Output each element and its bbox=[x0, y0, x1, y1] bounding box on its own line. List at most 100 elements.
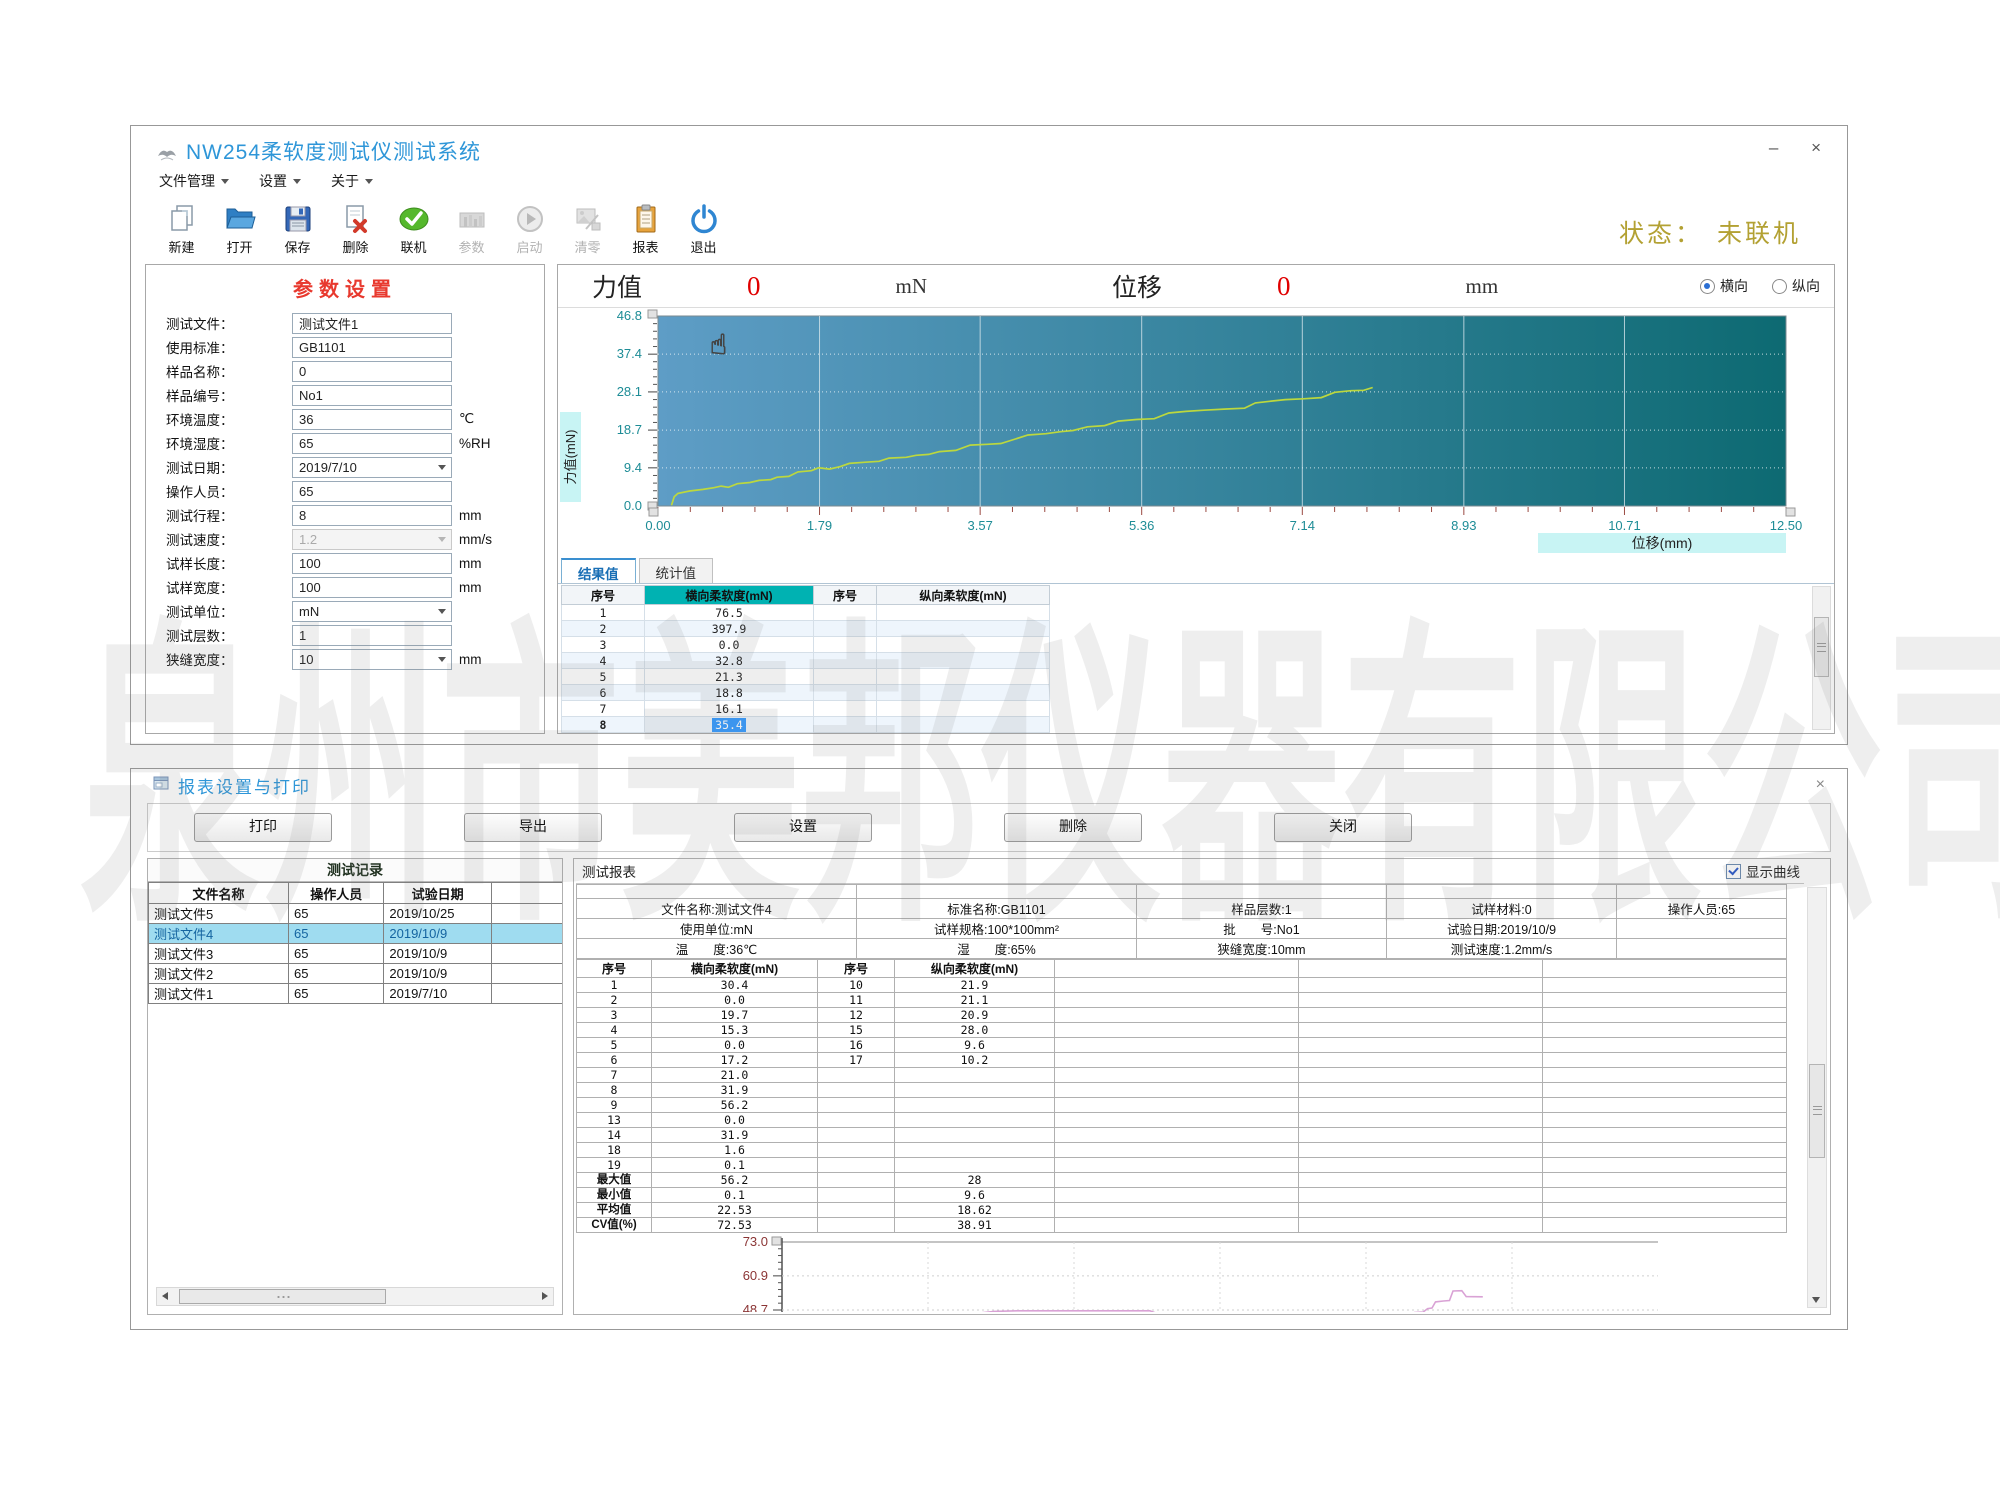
report-window: 报表设置与打印 × 打印 导出 设置 删除 关闭 测试记录 文件名称 操作人员 试验日期 测试… bbox=[130, 768, 1848, 1330]
menu-item-1[interactable]: 设置 bbox=[259, 171, 301, 191]
param-input-env_temp[interactable]: 36 bbox=[292, 408, 452, 430]
toolbar-save-button[interactable]: 保存 bbox=[271, 201, 324, 256]
report-scrollbar-thumb[interactable] bbox=[1809, 1063, 1825, 1158]
results-row[interactable]: 2 397.9 bbox=[561, 620, 1050, 637]
report-cell bbox=[817, 1112, 895, 1128]
report-cell: 最大值 bbox=[576, 1172, 652, 1188]
results-row[interactable]: 1 76.5 bbox=[561, 604, 1050, 621]
report-col-header: 序号 bbox=[817, 959, 895, 978]
delete-button[interactable]: 删除 bbox=[1004, 813, 1142, 842]
close-button[interactable]: 关闭 bbox=[1274, 813, 1412, 842]
export-button[interactable]: 导出 bbox=[464, 813, 602, 842]
tab-statistics[interactable]: 统计值 bbox=[638, 558, 713, 583]
results-cell-value: 21.3 bbox=[644, 668, 814, 685]
report-scrollbar[interactable] bbox=[1807, 887, 1827, 1308]
param-input-test_stroke[interactable]: 8 bbox=[292, 504, 452, 526]
results-row[interactable]: 5 21.3 bbox=[561, 668, 1050, 685]
param-label-test_speed: 测试速度： bbox=[166, 533, 234, 548]
minimize-button[interactable]: – bbox=[1769, 138, 1778, 157]
toolbar-delete-button[interactable]: 删除 bbox=[329, 201, 382, 256]
param-input-standard[interactable]: GB1101 bbox=[292, 336, 452, 358]
report-cell: 12 bbox=[817, 1007, 895, 1023]
report-cell: 5 bbox=[576, 1037, 652, 1053]
param-value: 1.2 bbox=[299, 531, 318, 547]
scroll-left-icon[interactable] bbox=[162, 1292, 168, 1300]
records-cell: 65 bbox=[288, 963, 385, 984]
param-input-slit_width[interactable]: 10 bbox=[292, 648, 452, 670]
param-row-env_humidity: 环境湿度： 65 %RH bbox=[146, 431, 544, 455]
direction-radio-0[interactable]: 横向 bbox=[1700, 276, 1748, 296]
param-input-env_humidity[interactable]: 65 bbox=[292, 432, 452, 454]
direction-radio-group: 横向 纵向 bbox=[1700, 276, 1820, 296]
toolbar-new-button[interactable]: 新建 bbox=[155, 201, 208, 256]
toolbar-start-button: 启动 bbox=[503, 201, 556, 256]
param-input-test_file[interactable]: 测试文件1 bbox=[292, 312, 452, 334]
scroll-right-icon[interactable] bbox=[542, 1292, 548, 1300]
show-curve-checkbox[interactable]: 显示曲线 bbox=[1726, 861, 1800, 881]
results-cell-empty bbox=[813, 716, 877, 733]
records-row[interactable]: 测试文件4 65 2019/10/9 bbox=[148, 923, 562, 944]
report-titlebar: 报表设置与打印 × bbox=[131, 769, 1847, 801]
results-row[interactable]: 7 16.1 bbox=[561, 700, 1050, 717]
records-row[interactable]: 测试文件5 65 2019/10/25 bbox=[148, 903, 562, 924]
results-scrollbar[interactable] bbox=[1812, 586, 1831, 730]
param-input-sample_width[interactable]: 100 bbox=[292, 576, 452, 598]
toolbar-button-label: 保存 bbox=[284, 240, 311, 255]
report-cell: 21.0 bbox=[651, 1067, 818, 1083]
records-cell: 65 bbox=[288, 923, 385, 944]
param-input-test_unit[interactable]: mN bbox=[292, 600, 452, 622]
results-cell-empty bbox=[876, 668, 1050, 685]
param-input-test_date[interactable]: 2019/7/10 bbox=[292, 456, 452, 478]
records-row[interactable]: 测试文件2 65 2019/10/9 bbox=[148, 963, 562, 984]
results-row[interactable]: 4 32.8 bbox=[561, 652, 1050, 669]
menu-item-2[interactable]: 关于 bbox=[331, 171, 373, 191]
param-input-sample_name[interactable]: 0 bbox=[292, 360, 452, 382]
close-button[interactable]: × bbox=[1811, 138, 1821, 157]
toolbar-open-button[interactable]: 打开 bbox=[213, 201, 266, 256]
settings-button[interactable]: 设置 bbox=[734, 813, 872, 842]
param-label-standard: 使用标准： bbox=[166, 341, 234, 356]
param-label-slit_width: 狭缝宽度： bbox=[166, 653, 234, 668]
param-input-test_layers[interactable]: 1 bbox=[292, 624, 452, 646]
results-row[interactable]: 6 18.8 bbox=[561, 684, 1050, 701]
report-info-cell: 文件名称:测试文件4 bbox=[576, 898, 857, 919]
results-cell-empty bbox=[813, 636, 877, 653]
toolbar-params-button: 参数 bbox=[445, 201, 498, 256]
report-cell-empty bbox=[1542, 1037, 1787, 1053]
report-close-button[interactable]: × bbox=[1816, 776, 1825, 794]
toolbar-buttons: 新建 打开 保存 删除 联机 参数 启动 清零 报表 退出 bbox=[155, 201, 735, 256]
displacement-unit: mm bbox=[1465, 273, 1499, 298]
direction-radio-1[interactable]: 纵向 bbox=[1772, 276, 1820, 296]
param-input-operator[interactable]: 65 bbox=[292, 480, 452, 502]
param-value: 36 bbox=[299, 411, 314, 427]
records-row[interactable]: 测试文件1 65 2019/7/10 bbox=[148, 983, 562, 1004]
report-cell bbox=[817, 1127, 895, 1143]
results-row[interactable]: 3 0.0 bbox=[561, 636, 1050, 653]
param-input-sample_no[interactable]: No1 bbox=[292, 384, 452, 406]
toolbar-exit-button[interactable]: 退出 bbox=[677, 201, 730, 256]
records-h-scrollbar-thumb[interactable] bbox=[179, 1289, 386, 1304]
param-input-sample_length[interactable]: 100 bbox=[292, 552, 452, 574]
toolbar-connect-button[interactable]: 联机 bbox=[387, 201, 440, 256]
records-h-scrollbar[interactable] bbox=[156, 1287, 554, 1306]
results-cell-value: 35.4 bbox=[644, 716, 814, 733]
report-cell-empty bbox=[1054, 1172, 1299, 1188]
menu-item-0[interactable]: 文件管理 bbox=[159, 171, 229, 191]
report-info-cell: 狭缝宽度:10mm bbox=[1136, 938, 1387, 959]
scroll-down-icon[interactable] bbox=[1812, 1297, 1820, 1303]
print-button[interactable]: 打印 bbox=[194, 813, 332, 842]
toolbar-report-button[interactable]: 报表 bbox=[619, 201, 672, 256]
tab-results[interactable]: 结果值 bbox=[561, 558, 636, 583]
results-row[interactable]: 8 35.4 bbox=[561, 716, 1050, 733]
report-data-row: 18 1.6 bbox=[576, 1142, 1787, 1158]
param-row-test_date: 测试日期： 2019/7/10 bbox=[146, 455, 544, 479]
svg-text:18.7: 18.7 bbox=[617, 422, 642, 437]
results-scrollbar-thumb[interactable] bbox=[1814, 617, 1829, 677]
records-row[interactable]: 测试文件3 65 2019/10/9 bbox=[148, 943, 562, 964]
results-row[interactable]: 932.2 bbox=[561, 732, 1050, 733]
records-cell: 2019/10/25 bbox=[383, 903, 492, 924]
report-cell: 31.9 bbox=[651, 1082, 818, 1098]
report-data-row: 2 0.0 11 21.1 bbox=[576, 992, 1787, 1008]
results-cell-value: 76.5 bbox=[644, 604, 814, 621]
param-row-sample_width: 试样宽度： 100 mm bbox=[146, 575, 544, 599]
